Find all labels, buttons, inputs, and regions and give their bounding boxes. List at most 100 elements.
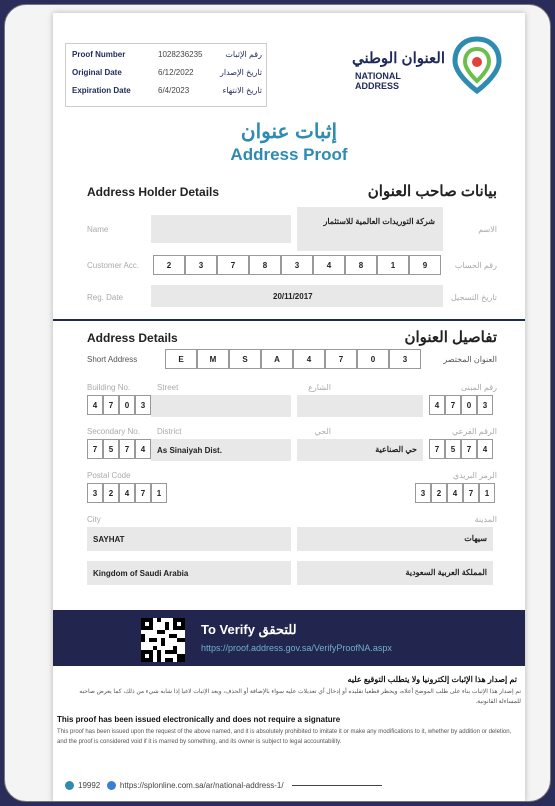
verify-banner: To Verify للتحقق https://proof.address.g… bbox=[53, 610, 525, 666]
building-digit-ar: 7 bbox=[445, 395, 461, 415]
building-digit-ar: 3 bbox=[477, 395, 493, 415]
address-section-header: Address Details تفاصيل العنوان bbox=[87, 329, 497, 346]
notice-heading-ar: تم إصدار هذا الإثبات إلكترونيا ولا يتطلب… bbox=[347, 675, 517, 684]
name-field-empty bbox=[151, 215, 291, 243]
postal-cells-ar: 32471 bbox=[415, 483, 495, 503]
short-address-char: A bbox=[261, 349, 293, 369]
short-address-char: 7 bbox=[325, 349, 357, 369]
expiration-date-label-ar: تاريخ الانتهاء bbox=[222, 86, 262, 95]
phone-icon bbox=[65, 781, 74, 791]
holder-section-title-ar: بيانات صاحب العنوان bbox=[367, 183, 497, 200]
city-value-ar: سيهات bbox=[464, 534, 487, 543]
original-date-row: Original Date 6/12/2022 تاريخ الإصدار bbox=[72, 68, 262, 82]
postal-digit-ar: 1 bbox=[479, 483, 495, 503]
country-field: Kingdom of Saudi Arabia bbox=[87, 561, 291, 585]
title-arabic: إثبات عنوان bbox=[240, 121, 338, 143]
expiration-date-value: 6/4/2023 bbox=[158, 86, 190, 95]
logo-text-ar: العنوان الوطني bbox=[351, 50, 445, 67]
notice-body-ar: تم إصدار هذا الإثبات بناء على طلب الموضح… bbox=[79, 689, 521, 705]
customer-acc-digit: 9 bbox=[409, 255, 441, 275]
customer-acc-digit: 4 bbox=[313, 255, 345, 275]
short-address-char: E bbox=[165, 349, 197, 369]
customer-acc-cells: 237834819 bbox=[153, 255, 441, 275]
district-value-ar: حي الصناعية bbox=[375, 445, 417, 454]
title-english: Address Proof bbox=[230, 145, 348, 164]
building-cells: 4703 bbox=[87, 395, 151, 415]
verify-title: To Verify للتحقق bbox=[201, 622, 297, 637]
short-address-char: M bbox=[197, 349, 229, 369]
secondary-label: Secondary No. bbox=[87, 427, 140, 436]
building-digit-ar: 0 bbox=[461, 395, 477, 415]
short-address-char: 4 bbox=[293, 349, 325, 369]
logo-text-en: NATIONAL ADDRESS bbox=[355, 71, 401, 91]
postal-digit: 7 bbox=[135, 483, 151, 503]
postal-label: Postal Code bbox=[87, 471, 131, 480]
district-field: As Sinaiyah Dist. bbox=[151, 439, 291, 461]
secondary-label-ar: الرقم الفرعي bbox=[451, 427, 497, 436]
secondary-digit-ar: 4 bbox=[477, 439, 493, 459]
country-value: Kingdom of Saudi Arabia bbox=[93, 569, 189, 578]
footer-link[interactable]: https://splonline.com.sa/ar/national-add… bbox=[120, 781, 284, 790]
postal-digit-ar: 3 bbox=[415, 483, 431, 503]
secondary-digit-ar: 7 bbox=[429, 439, 445, 459]
customer-acc-digit: 2 bbox=[153, 255, 185, 275]
postal-cells: 32471 bbox=[87, 483, 167, 503]
street-field-ar bbox=[297, 395, 423, 417]
national-address-logo: العنوان الوطني NATIONAL ADDRESS bbox=[351, 35, 505, 99]
original-date-label-ar: تاريخ الإصدار bbox=[219, 68, 262, 77]
building-digit: 3 bbox=[135, 395, 151, 415]
district-label-ar: الحي bbox=[314, 427, 332, 436]
proof-number-label: Proof Number bbox=[72, 50, 126, 59]
holder-section-title: Address Holder Details bbox=[87, 185, 220, 199]
footer-phone: 19992 bbox=[78, 781, 101, 790]
short-address-char: S bbox=[229, 349, 261, 369]
building-digit: 0 bbox=[119, 395, 135, 415]
building-digit-ar: 4 bbox=[429, 395, 445, 415]
reg-date-label: Reg. Date bbox=[87, 293, 124, 302]
notice-heading-en: This proof has been issued electronicall… bbox=[57, 715, 341, 724]
secondary-digit-ar: 5 bbox=[445, 439, 461, 459]
secondary-cells-ar: 7574 bbox=[429, 439, 493, 459]
short-address-char: 3 bbox=[389, 349, 421, 369]
address-section-title-ar: تفاصيل العنوان bbox=[404, 329, 497, 346]
city-field: SAYHAT bbox=[87, 527, 291, 551]
district-label: District bbox=[157, 427, 182, 436]
name-label: Name bbox=[87, 225, 109, 234]
proof-info-box: Proof Number 1028236235 رقم الإثبات Orig… bbox=[65, 43, 267, 107]
holder-section-header: Address Holder Details بيانات صاحب العنو… bbox=[87, 183, 497, 200]
postal-label-ar: الرمز البريدي bbox=[452, 471, 497, 480]
proof-number-value: 1028236235 bbox=[158, 50, 203, 59]
secondary-digit: 4 bbox=[135, 439, 151, 459]
short-address-label: Short Address bbox=[87, 355, 138, 364]
short-address-label-ar: العنوان المختصر bbox=[443, 355, 497, 364]
original-date-label: Original Date bbox=[72, 68, 122, 77]
postal-digit-ar: 7 bbox=[463, 483, 479, 503]
location-pin-icon bbox=[452, 36, 502, 95]
expiration-date-row: Expiration Date 6/4/2023 تاريخ الانتهاء bbox=[72, 86, 262, 100]
postal-digit-ar: 2 bbox=[431, 483, 447, 503]
customer-acc-digit: 1 bbox=[377, 255, 409, 275]
building-digit: 7 bbox=[103, 395, 119, 415]
expiration-date-label: Expiration Date bbox=[72, 86, 131, 95]
customer-acc-digit: 3 bbox=[185, 255, 217, 275]
reg-date-label-ar: تاريخ التسجيل bbox=[451, 293, 497, 302]
reg-date-field: 20/11/2017 bbox=[151, 285, 443, 307]
customer-acc-digit: 8 bbox=[249, 255, 281, 275]
section-divider bbox=[53, 319, 525, 321]
secondary-digit: 7 bbox=[87, 439, 103, 459]
building-cells-ar: 4703 bbox=[429, 395, 493, 415]
postal-digit: 2 bbox=[103, 483, 119, 503]
qr-code-icon[interactable] bbox=[141, 618, 185, 662]
original-date-value: 6/12/2022 bbox=[158, 68, 194, 77]
footer: 19992 https://splonline.com.sa/ar/nation… bbox=[65, 781, 382, 791]
customer-acc-label-ar: رقم الحساب bbox=[454, 261, 497, 270]
country-value-ar: المملكة العربية السعودية bbox=[405, 568, 487, 577]
secondary-digit: 5 bbox=[103, 439, 119, 459]
building-digit: 4 bbox=[87, 395, 103, 415]
street-label: Street bbox=[157, 383, 179, 392]
postal-digit: 4 bbox=[119, 483, 135, 503]
customer-acc-digit: 8 bbox=[345, 255, 377, 275]
verify-link[interactable]: https://proof.address.gov.sa/VerifyProof… bbox=[201, 643, 392, 653]
proof-number-row: Proof Number 1028236235 رقم الإثبات bbox=[72, 50, 262, 64]
short-address-cells: EMSA4703 bbox=[165, 349, 421, 369]
